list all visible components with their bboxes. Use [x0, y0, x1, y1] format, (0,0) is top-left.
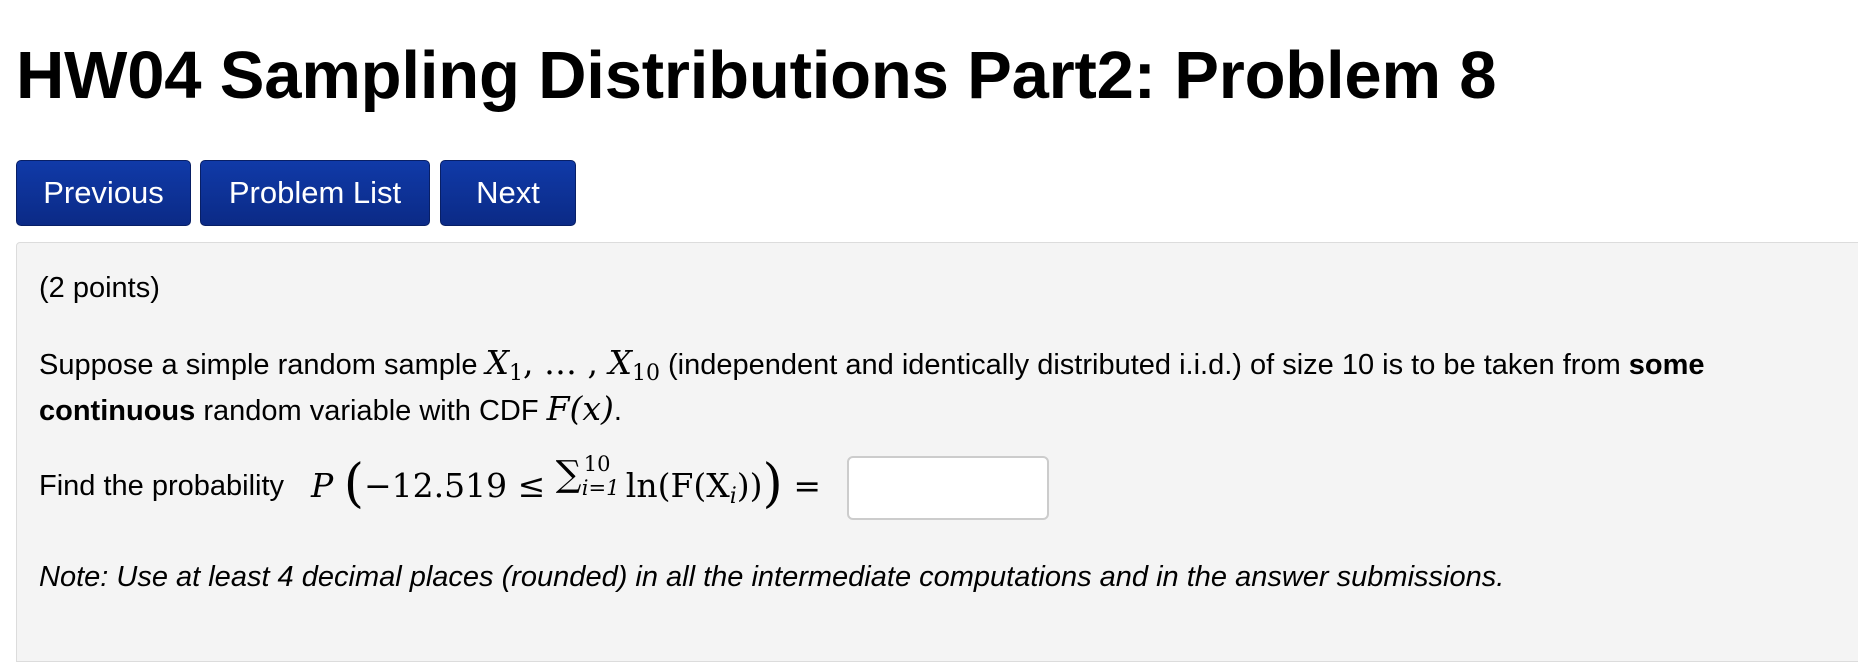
lower-bound: −12.519 ≤ [364, 466, 546, 505]
note-text: Note: Use at least 4 decimal places (rou… [39, 561, 1505, 593]
summand: ln(F(Xi)) [625, 466, 763, 509]
answer-input[interactable] [847, 456, 1049, 520]
close-paren: ) [762, 454, 783, 514]
sum-symbol: ∑ [555, 454, 582, 495]
statement-intro: Suppose a simple random sample [39, 349, 486, 381]
summation: ∑ 10 i=1 [556, 453, 626, 503]
points-label: (2 points) [39, 272, 160, 304]
probability-symbol: P [311, 466, 334, 505]
probability-expression: P (−12.519 ≤ ∑ 10 i=1 ln(F(Xi))) = [311, 453, 821, 519]
statement-tail: random variable with CDF [195, 395, 547, 427]
problem-panel: (2 points) Suppose a simple random sampl… [16, 242, 1858, 662]
sum-lower-limit: i=1 [581, 476, 620, 500]
sample-last-variable: X10 [608, 343, 660, 386]
equals-sign: = [793, 466, 821, 505]
cdf-expression: F(x) [546, 389, 614, 428]
problem-statement: Suppose a simple random sample X1, … , X… [39, 341, 1839, 433]
statement-middle: (independent and identically distributed… [659, 349, 1629, 381]
page-title: HW04 Sampling Distributions Part2: Probl… [16, 38, 1497, 113]
problem-list-button[interactable]: Problem List [200, 160, 430, 226]
open-paren: ( [343, 454, 365, 514]
previous-button[interactable]: Previous [16, 160, 191, 226]
find-probability-line: Find the probability P (−12.519 ≤ ∑ 10 i… [39, 453, 1839, 520]
find-label: Find the probability [39, 470, 285, 502]
sample-first-variable: X1 [485, 343, 524, 386]
sum-upper-limit: 10 [583, 452, 611, 476]
statement-end: . [613, 395, 622, 427]
next-button[interactable]: Next [440, 160, 576, 226]
sample-separator: , … , [523, 343, 609, 382]
